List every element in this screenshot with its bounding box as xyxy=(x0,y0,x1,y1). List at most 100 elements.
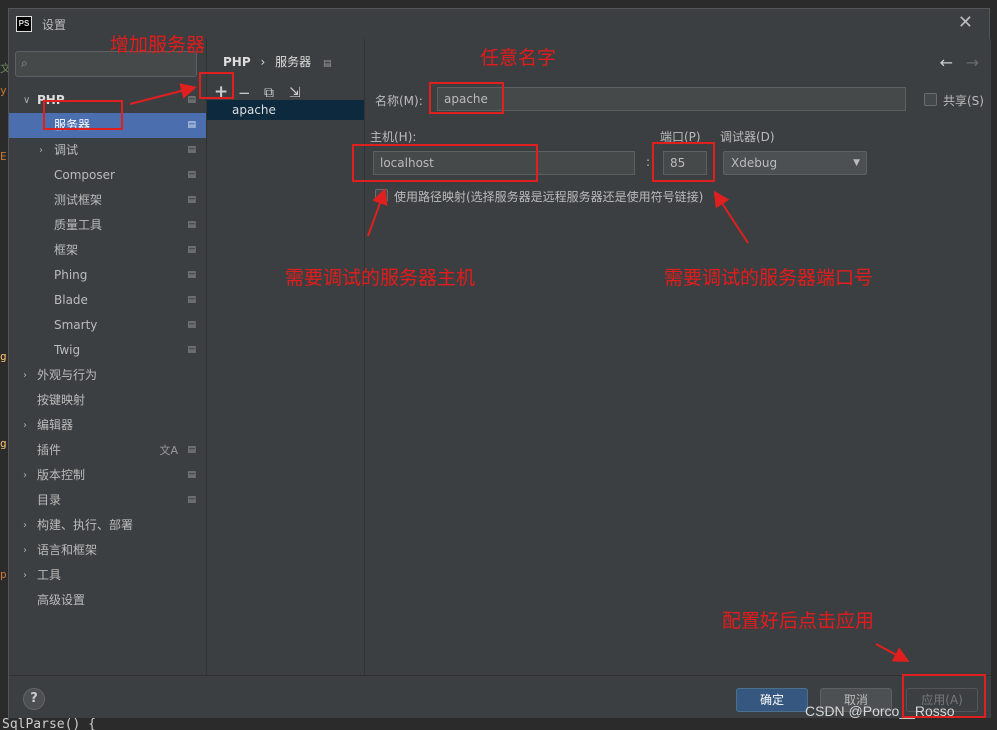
tree-item-twig[interactable]: Twig ▤ xyxy=(9,338,206,363)
share-label: 共享(S) xyxy=(943,94,984,108)
debugger-select[interactable]: Xdebug ▼ xyxy=(723,151,867,175)
chevron-down-icon[interactable]: ∨ xyxy=(23,88,30,113)
tree-item-directories[interactable]: 目录 ▤ xyxy=(9,488,206,513)
annotation-box-add xyxy=(199,72,234,99)
tree-item-smarty[interactable]: Smarty ▤ xyxy=(9,313,206,338)
tree-item-label: 插件 xyxy=(37,443,62,457)
share-checkbox[interactable] xyxy=(924,93,937,106)
forward-arrow-icon[interactable]: → xyxy=(966,53,979,72)
ok-button[interactable]: 确定 xyxy=(736,688,808,712)
project-settings-icon: ▤ xyxy=(187,170,196,180)
debugger-selected-value: Xdebug xyxy=(731,156,778,170)
tree-item-label: 工具 xyxy=(37,568,62,582)
tree-item-label: Composer xyxy=(54,168,115,182)
annotation-add-server: 增加服务器 xyxy=(110,34,206,56)
chevron-right-icon[interactable]: › xyxy=(23,363,27,388)
name-field[interactable]: apache xyxy=(437,87,906,111)
help-button[interactable]: ? xyxy=(23,688,45,710)
chevron-right-icon[interactable]: › xyxy=(23,413,27,438)
tree-item-label: 外观与行为 xyxy=(37,368,98,382)
editor-gutter-text: g xyxy=(0,350,7,363)
chevron-right-icon[interactable]: › xyxy=(23,538,27,563)
breadcrumb-separator: › xyxy=(260,55,266,69)
project-settings-icon: ▤ xyxy=(187,320,196,330)
tree-item-label: 框架 xyxy=(54,243,79,257)
tree-item-advanced[interactable]: 高级设置 xyxy=(9,588,206,613)
tree-item-label: 高级设置 xyxy=(37,593,86,607)
editor-gutter-text: E xyxy=(0,150,7,163)
tree-item-keymap[interactable]: 按键映射 xyxy=(9,388,206,413)
tree-item-debug[interactable]: › 调试 ▤ xyxy=(9,138,206,163)
annotation-box-host xyxy=(352,144,538,182)
host-label: 主机(H): xyxy=(370,130,417,144)
chevron-right-icon[interactable]: › xyxy=(23,463,27,488)
chevron-down-icon: ▼ xyxy=(853,158,860,168)
editor-gutter-text: y xyxy=(0,84,7,97)
tree-item-label: Blade xyxy=(54,293,88,307)
tree-item-blade[interactable]: Blade ▤ xyxy=(9,288,206,313)
tree-item-label: Twig xyxy=(54,343,81,357)
annotation-port: 需要调试的服务器端口号 xyxy=(664,267,874,289)
tree-item-label: Phing xyxy=(54,268,88,282)
copy-server-button[interactable]: ⧉ xyxy=(264,85,274,101)
annotation-box-port xyxy=(652,142,715,182)
project-settings-icon: ▤ xyxy=(187,445,196,455)
list-item[interactable]: apache xyxy=(207,100,365,120)
tree-item-composer[interactable]: Composer ▤ xyxy=(9,163,206,188)
tree-item-tools[interactable]: › 工具 xyxy=(9,563,206,588)
chevron-right-icon[interactable]: › xyxy=(39,138,43,163)
project-settings-icon: ▤ xyxy=(187,120,196,130)
tree-item-label: 测试框架 xyxy=(54,193,103,207)
annotation-apply: 配置好后点击应用 xyxy=(722,610,875,632)
server-list-panel: PHP › 服务器 ▤ + − ⧉ ⇲ apache xyxy=(206,39,365,675)
tree-item-version-control[interactable]: › 版本控制 ▤ xyxy=(9,463,206,488)
tree-item-frameworks[interactable]: 框架 ▤ xyxy=(9,238,206,263)
translate-icon: 文A xyxy=(159,444,178,457)
tree-item-test-frameworks[interactable]: 测试框架 ▤ xyxy=(9,188,206,213)
path-mapping-label: 使用路径映射(选择服务器是远程服务器还是使用符号链接) xyxy=(394,190,704,204)
tree-item-phing[interactable]: Phing ▤ xyxy=(9,263,206,288)
tree-item-languages[interactable]: › 语言和框架 xyxy=(9,538,206,563)
server-list: apache xyxy=(207,100,365,675)
close-icon[interactable]: ✕ xyxy=(958,14,973,32)
tree-item-build-execution[interactable]: › 构建、执行、部署 xyxy=(9,513,206,538)
project-settings-icon: ▤ xyxy=(187,245,196,255)
name-label: 名称(M): xyxy=(375,94,423,108)
project-settings-icon: ▤ xyxy=(187,495,196,505)
project-settings-icon: ▤ xyxy=(187,220,196,230)
tree-item-quality-tools[interactable]: 质量工具 ▤ xyxy=(9,213,206,238)
editor-code-line: SqlParse() { xyxy=(0,718,997,730)
tree-item-label: 调试 xyxy=(54,143,79,157)
editor-gutter-text: 文 xyxy=(0,62,8,75)
chevron-right-icon[interactable]: › xyxy=(23,513,27,538)
tree-item-label: 构建、执行、部署 xyxy=(37,518,134,532)
annotation-box-servers xyxy=(43,100,123,130)
project-settings-icon: ▤ xyxy=(187,95,196,105)
editor-gutter-text: g xyxy=(0,437,7,450)
annotation-host: 需要调试的服务器主机 xyxy=(285,267,476,289)
remove-server-button[interactable]: − xyxy=(238,85,251,101)
import-server-button[interactable]: ⇲ xyxy=(289,85,301,101)
tree-item-label: 质量工具 xyxy=(54,218,103,232)
tree-item-editor[interactable]: › 编辑器 xyxy=(9,413,206,438)
back-arrow-icon[interactable]: ← xyxy=(940,53,953,72)
project-settings-icon: ▤ xyxy=(187,195,196,205)
tree-item-plugins[interactable]: 插件 文A ▤ xyxy=(9,438,206,463)
dialog-title: 设置 xyxy=(42,17,67,32)
tree-item-label: 按键映射 xyxy=(37,393,86,407)
project-settings-icon: ▤ xyxy=(187,295,196,305)
project-settings-icon: ▤ xyxy=(187,345,196,355)
tree-item-label: Smarty xyxy=(54,318,98,332)
project-settings-icon: ▤ xyxy=(322,59,332,69)
annotation-any-name: 任意名字 xyxy=(480,47,557,69)
chevron-right-icon[interactable]: › xyxy=(23,563,27,588)
host-port-colon: : xyxy=(646,155,651,169)
tree-item-appearance[interactable]: › 外观与行为 xyxy=(9,363,206,388)
path-mapping-checkbox[interactable] xyxy=(375,189,388,202)
breadcrumb-root[interactable]: PHP xyxy=(223,55,251,69)
annotation-box-name xyxy=(429,82,504,114)
watermark: CSDN @Porco__Rosso xyxy=(805,703,955,719)
project-settings-icon: ▤ xyxy=(187,145,196,155)
tree-item-label: 版本控制 xyxy=(37,468,86,482)
project-settings-icon: ▤ xyxy=(187,470,196,480)
